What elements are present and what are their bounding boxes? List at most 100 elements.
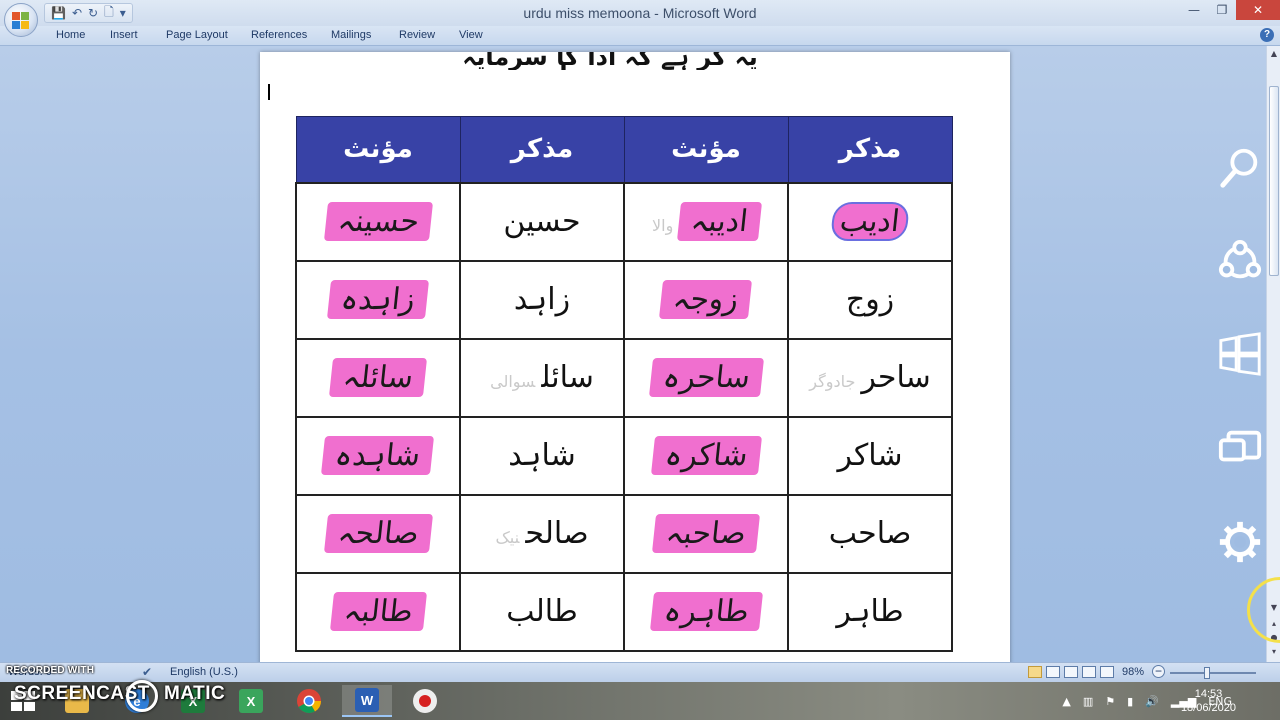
window-controls: — ❐ ✕	[1180, 0, 1280, 20]
document-page[interactable]: یہ کر ہے کہ آدا کا سرمایہ عزت ہوا مؤنث م…	[260, 52, 1010, 662]
vertical-scrollbar[interactable]: ▲ ▼ ▴ ● ▾	[1266, 46, 1280, 662]
word: شاہد	[508, 438, 576, 473]
share-icon	[1218, 239, 1262, 279]
share-charm[interactable]	[1212, 234, 1268, 290]
header-feminine: مؤنث	[623, 116, 789, 183]
table-cell: شاہد	[459, 415, 625, 496]
word: طالب	[506, 594, 578, 629]
table-cell: صالحہ	[295, 493, 461, 574]
header-masculine: مذکر	[787, 116, 953, 183]
proofing-icon[interactable]: ✔	[142, 665, 152, 679]
header-feminine: مؤنث	[295, 116, 461, 183]
status-bar: Words: 0 ✔ English (U.S.) 98% −	[0, 662, 1280, 682]
start-charm[interactable]	[1212, 326, 1268, 382]
table-cell: صالح نیک	[459, 493, 625, 574]
table-header-row: مؤنث مذکر مؤنث مذکر	[295, 116, 953, 183]
table-cell: شاکر	[787, 415, 953, 496]
zoom-slider-thumb[interactable]	[1203, 667, 1210, 679]
table-cell: زاہد	[459, 259, 625, 340]
office-logo-icon	[12, 12, 29, 29]
excel-icon: X	[239, 689, 263, 713]
table-cell: حسینہ	[295, 181, 461, 262]
excel-app-2[interactable]: X	[226, 685, 276, 717]
search-charm[interactable]	[1212, 140, 1268, 196]
table-cell: ساحرہ	[623, 337, 789, 418]
devices-icon	[1218, 430, 1262, 462]
table-cell: ساحر جادوگر	[787, 337, 953, 418]
word-app[interactable]: W	[342, 685, 392, 717]
tab-mailings[interactable]: Mailings	[331, 29, 371, 41]
table-cell: طاہر	[787, 571, 953, 652]
screencast-o-matic-app[interactable]	[400, 685, 450, 717]
tab-view[interactable]: View	[459, 29, 483, 41]
table-row: حسینہ حسین ادیبہوالا ادیب	[295, 181, 953, 262]
notification-flag-icon[interactable]: ⚑	[1105, 695, 1115, 708]
highlighted-word: زوجہ	[659, 280, 753, 319]
tab-insert[interactable]: Insert	[110, 29, 138, 41]
table-cell: ادیب	[787, 181, 953, 262]
zoom-out-button[interactable]: −	[1152, 665, 1165, 678]
faint-note: جادوگر	[809, 372, 856, 391]
chrome-app[interactable]	[284, 685, 334, 717]
table-row: طالبہ طالب طاہرہ طاہر	[295, 571, 953, 652]
urdu-heading-text: یہ کر ہے کہ آدا کا سرمایہ عزت ہوا	[462, 52, 758, 70]
table-cell: شاکرہ	[623, 415, 789, 496]
office-button[interactable]	[4, 3, 38, 37]
header-masculine: مذکر	[459, 116, 625, 183]
table-cell: ادیبہوالا	[623, 181, 789, 262]
highlighted-word: حسینہ	[323, 202, 433, 241]
zoom-slider-track[interactable]	[1170, 672, 1256, 674]
highlighted-word: زاہدہ	[327, 280, 429, 319]
word: طاہر	[836, 594, 904, 629]
table-cell: شاہدہ	[295, 415, 461, 496]
window-title: urdu miss memoona - Microsoft Word	[523, 5, 757, 21]
faint-note: والا	[652, 216, 674, 235]
search-icon	[1220, 148, 1258, 188]
highlighted-word: صاحبہ	[652, 514, 760, 553]
tab-review[interactable]: Review	[399, 29, 435, 41]
table-cell: صاحب	[787, 493, 953, 574]
table-cell: طالبہ	[295, 571, 461, 652]
settings-charm[interactable]	[1212, 514, 1268, 570]
scroll-up-arrow-icon[interactable]: ▲	[1268, 48, 1280, 60]
web-layout-view-icon[interactable]	[1064, 666, 1078, 678]
highlighted-word: ساحرہ	[648, 358, 764, 397]
tab-page-layout[interactable]: Page Layout	[166, 29, 228, 41]
watermark-brand-right: MATIC	[164, 683, 226, 704]
next-page-icon[interactable]: ▾	[1268, 646, 1280, 658]
table-cell: حسین	[459, 181, 625, 262]
title-bar: 💾 ↶ ↻ 🗋 ▾ urdu miss memoona - Microsoft …	[0, 0, 1280, 26]
scrollbar-thumb[interactable]	[1269, 86, 1279, 276]
settings-gear-icon	[1219, 521, 1261, 563]
table-cell: سائلہ	[295, 337, 461, 418]
text-cursor	[268, 84, 270, 100]
help-icon[interactable]: ?	[1260, 28, 1274, 42]
draft-view-icon[interactable]	[1100, 666, 1114, 678]
close-button[interactable]: ✕	[1236, 0, 1280, 20]
show-hidden-icons-icon[interactable]: ▲	[1062, 695, 1070, 708]
table-row: سائلہ سائل سوالی ساحرہ ساحر جادوگر	[295, 337, 953, 418]
recorded-with-label: RECORDED WITH	[6, 665, 95, 676]
circled-highlighted-word: ادیب	[830, 202, 910, 241]
restore-button[interactable]: ❐	[1208, 0, 1236, 20]
word: صالح	[525, 516, 589, 551]
clock-time: 14:53	[1194, 688, 1223, 700]
volume-icon[interactable]: 🔊	[1145, 695, 1159, 708]
full-screen-reading-view-icon[interactable]	[1046, 666, 1060, 678]
clock[interactable]: 14:53 18/06/2020	[1181, 687, 1236, 715]
highlighted-word: شاہدہ	[321, 436, 435, 475]
print-layout-view-icon[interactable]	[1028, 666, 1042, 678]
devices-charm[interactable]	[1212, 420, 1268, 476]
tab-references[interactable]: References	[251, 29, 307, 41]
highlighted-word: طالبہ	[329, 592, 427, 631]
tab-home[interactable]: Home	[56, 29, 85, 41]
language-indicator[interactable]: English (U.S.)	[170, 666, 238, 678]
table-cell: صاحبہ	[623, 493, 789, 574]
outline-view-icon[interactable]	[1082, 666, 1096, 678]
highlighted-word: ادیبہ	[677, 202, 763, 241]
battery-icon[interactable]: ▮	[1127, 695, 1133, 708]
table-cell: سائل سوالی	[459, 337, 625, 418]
zoom-level[interactable]: 98%	[1122, 666, 1144, 678]
minimize-button[interactable]: —	[1180, 0, 1208, 20]
network-icon[interactable]: ▥	[1083, 695, 1093, 708]
